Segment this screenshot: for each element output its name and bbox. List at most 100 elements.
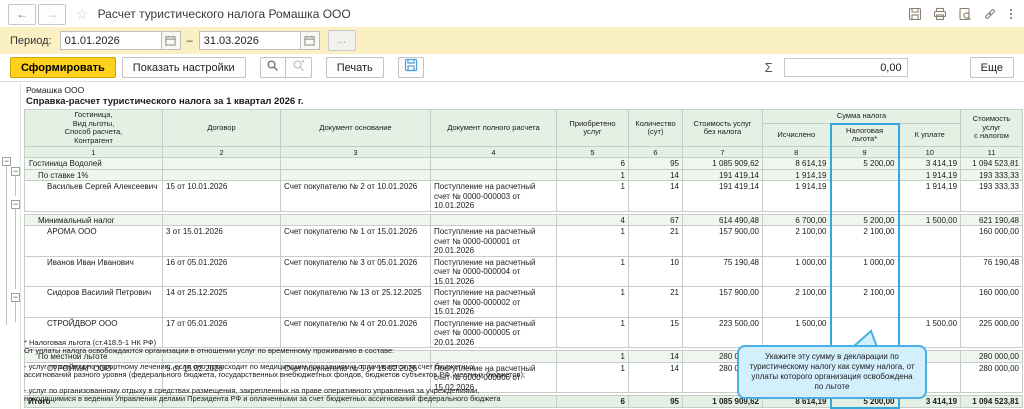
col-header[interactable]: Стоимость услуг с налогом [960,109,1024,147]
cell[interactable]: 1 [556,286,629,318]
cell[interactable]: 1 094 523,81 [960,395,1024,408]
cell[interactable]: 621 190,48 [960,213,1024,226]
cell[interactable]: 14 от 25.12.2025 [162,286,281,318]
cell[interactable]: 6 [556,157,629,170]
col-header[interactable]: Документ основание [280,109,431,147]
cell[interactable]: 191 419,14 [682,168,763,181]
collapse-toggle[interactable]: − [11,200,20,209]
cell[interactable]: 14 [628,168,683,181]
col-header[interactable]: Документ полного расчета [430,109,557,147]
cell[interactable]: 157 900,00 [682,286,763,318]
cell[interactable]: 1 500,00 [897,316,962,348]
more-button[interactable]: Еще [969,57,1014,78]
col-header[interactable]: Приобретено услуг [556,109,629,147]
cell[interactable]: 75 190,48 [682,255,763,287]
cell[interactable]: 157 900,00 [682,225,763,257]
cell[interactable]: 21 [628,286,683,318]
col-number[interactable]: 1 [24,146,163,158]
cell[interactable]: 67 [628,213,683,226]
cell[interactable] [162,213,281,226]
search-next-button[interactable] [285,57,312,78]
col-header[interactable]: Исчислено [762,123,831,147]
cell[interactable]: 1 914,19 [762,180,831,212]
cell[interactable]: АРОМА ООО [24,225,163,257]
more-menu-icon[interactable] [1008,7,1014,21]
cell[interactable]: Счет покупателю № 1 от 15.01.2026 [280,225,431,257]
cell[interactable] [430,168,557,181]
back-button[interactable]: ← [8,3,36,25]
cell[interactable]: 2 100,00 [829,225,900,257]
cell[interactable]: 280 000,00 [960,350,1024,363]
col-number[interactable]: 2 [162,146,281,158]
cell[interactable]: 160 000,00 [960,286,1024,318]
forward-button[interactable]: → [38,3,66,25]
cell[interactable]: 1 [556,168,629,181]
cell[interactable]: Иванов Иван Иванович [24,255,163,287]
cell[interactable] [829,168,900,181]
col-number[interactable]: 7 [682,146,763,158]
cell[interactable]: 2 100,00 [762,286,831,318]
cell[interactable]: 8 614,19 [762,157,831,170]
cell[interactable] [280,168,431,181]
cell[interactable]: 10 [628,255,683,287]
cell[interactable]: Поступление на расчетный счет № 0000-000… [430,180,557,212]
cell[interactable]: 193 333,33 [960,180,1024,212]
save-icon[interactable] [908,7,922,21]
cell[interactable]: 1 500,00 [762,316,831,348]
cell[interactable]: 95 [628,157,683,170]
cell[interactable]: 191 419,14 [682,180,763,212]
cell[interactable]: 21 [628,225,683,257]
col-header[interactable]: Количество (сут) [628,109,683,147]
cell[interactable]: По ставке 1% [24,168,163,181]
cell[interactable]: 2 100,00 [829,286,900,318]
calendar-icon[interactable] [161,31,181,50]
cell[interactable]: 4 [556,213,629,226]
cell[interactable]: 1 [556,225,629,257]
cell[interactable]: Поступление на расчетный счет № 0000-000… [430,286,557,318]
cell[interactable] [430,157,557,170]
cell[interactable]: 3 от 15.01.2026 [162,225,281,257]
col-header[interactable]: Гостиница, Вид льготы, Способ расчета, К… [24,109,163,147]
show-settings-button[interactable]: Показать настройки [121,57,246,78]
calendar-icon[interactable] [300,31,320,50]
col-number[interactable]: 6 [628,146,683,158]
cell[interactable]: 5 200,00 [829,213,900,226]
cell[interactable]: 1 914,19 [897,180,962,212]
cell[interactable]: Счет покупателю № 2 от 10.01.2026 [280,180,431,212]
cell[interactable]: Сидоров Василий Петрович [24,286,163,318]
col-header-tax-benefit[interactable]: Налоговая льгота* [829,122,900,147]
cell[interactable]: 1 085 909,62 [682,157,763,170]
cell[interactable] [430,213,557,226]
cell[interactable]: 1 000,00 [829,255,900,287]
cell[interactable]: Поступление на расчетный счет № 0000-000… [430,225,557,257]
cell[interactable]: Васильев Сергей Алексеевич [24,180,163,212]
cell[interactable] [897,225,962,257]
print-button[interactable]: Печать [325,57,384,78]
cell[interactable]: 5 200,00 [829,157,900,170]
col-header[interactable]: К уплате [897,123,962,147]
cell[interactable]: 160 000,00 [960,225,1024,257]
collapse-toggle[interactable]: − [11,167,20,176]
cell[interactable]: 1 094 523,81 [960,157,1024,170]
cell[interactable]: 193 333,33 [960,168,1024,181]
period-to-input[interactable]: 31.03.2026 [198,31,301,50]
cell[interactable]: Минимальный налог [24,213,163,226]
col-number[interactable]: 8 [762,146,831,158]
save-report-button[interactable] [397,57,424,78]
cell[interactable]: Гостиница Водолей [24,157,163,170]
preview-icon[interactable] [958,7,972,21]
cell[interactable]: Счет покупателю № 13 от 25.12.2025 [280,286,431,318]
cell[interactable]: 1 [556,180,629,212]
col-number[interactable]: 3 [280,146,431,158]
search-button[interactable] [259,57,286,78]
col-number[interactable]: 10 [897,146,962,158]
period-from-input[interactable]: 01.01.2026 [59,31,162,50]
cell[interactable] [280,157,431,170]
cell[interactable]: 225 000,00 [960,316,1024,348]
link-icon[interactable] [983,7,997,21]
cell[interactable]: 6 700,00 [762,213,831,226]
col-header-tax-group[interactable]: Сумма налога [761,108,962,125]
cell[interactable]: 2 100,00 [762,225,831,257]
print-icon[interactable] [933,7,947,21]
sum-field[interactable]: 0,00 [783,58,908,77]
